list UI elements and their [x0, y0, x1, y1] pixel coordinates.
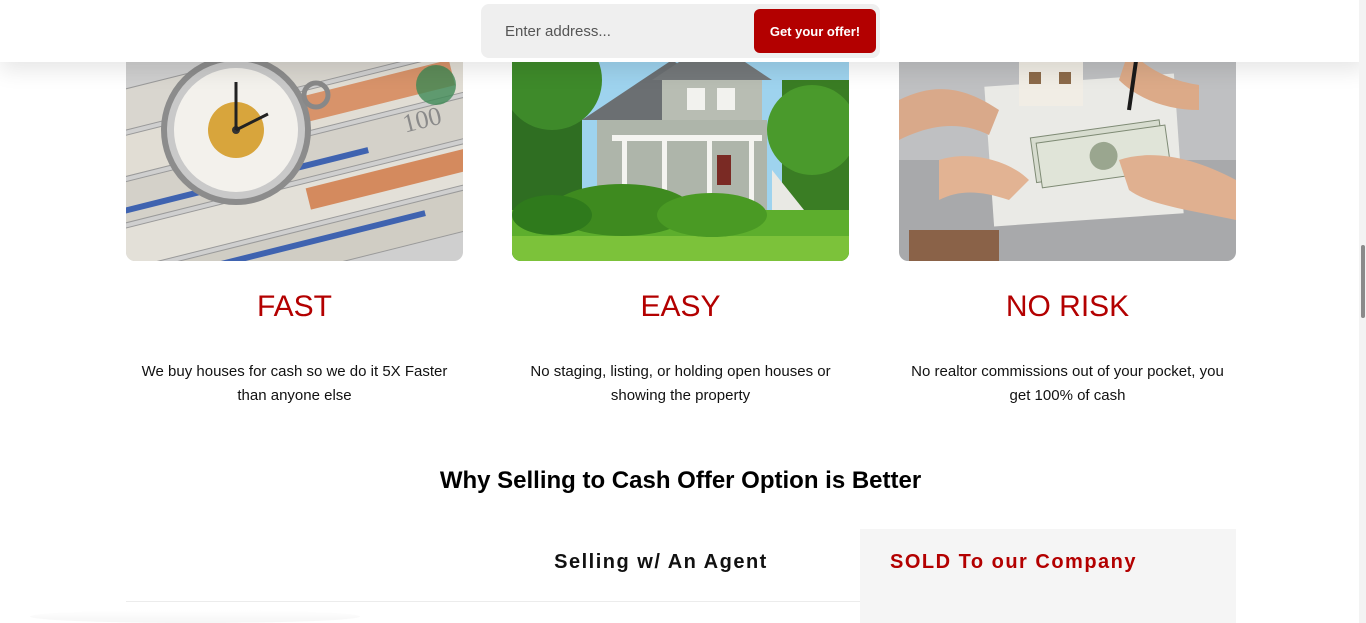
comparison-company-column: SOLD To our Company [860, 529, 1236, 623]
cash-and-pocket-watch-image: LB 7709015 100 [126, 40, 463, 261]
scrollbar-thumb[interactable] [1361, 245, 1365, 318]
sticky-header: Get your offer! [0, 0, 1366, 62]
comparison-title: Why Selling to Cash Offer Option is Bett… [439, 467, 922, 494]
comparison-company-column-header: SOLD To our Company [890, 551, 1138, 573]
get-offer-button[interactable]: Get your offer! [754, 9, 876, 53]
address-input[interactable] [491, 13, 741, 49]
feature-text-no-risk: No realtor commissions out of your pocke… [911, 363, 1224, 404]
feature-title-easy: EASY [640, 290, 721, 323]
cash-handover-house-model-image [899, 40, 1236, 261]
feature-title-no-risk: NO RISK [1005, 290, 1130, 323]
floating-widget-shadow [30, 610, 360, 623]
comparison-agent-column-header: Selling w/ An Agent [554, 551, 768, 573]
comparison-divider [126, 601, 860, 602]
house-with-garden-image [512, 40, 849, 261]
feature-text-fast: We buy houses for cash so we do it 5X Fa… [141, 363, 448, 404]
address-form: Get your offer! [481, 4, 880, 58]
feature-title-fast: FAST [256, 290, 332, 323]
feature-text-easy: No staging, listing, or holding open hou… [530, 363, 831, 404]
